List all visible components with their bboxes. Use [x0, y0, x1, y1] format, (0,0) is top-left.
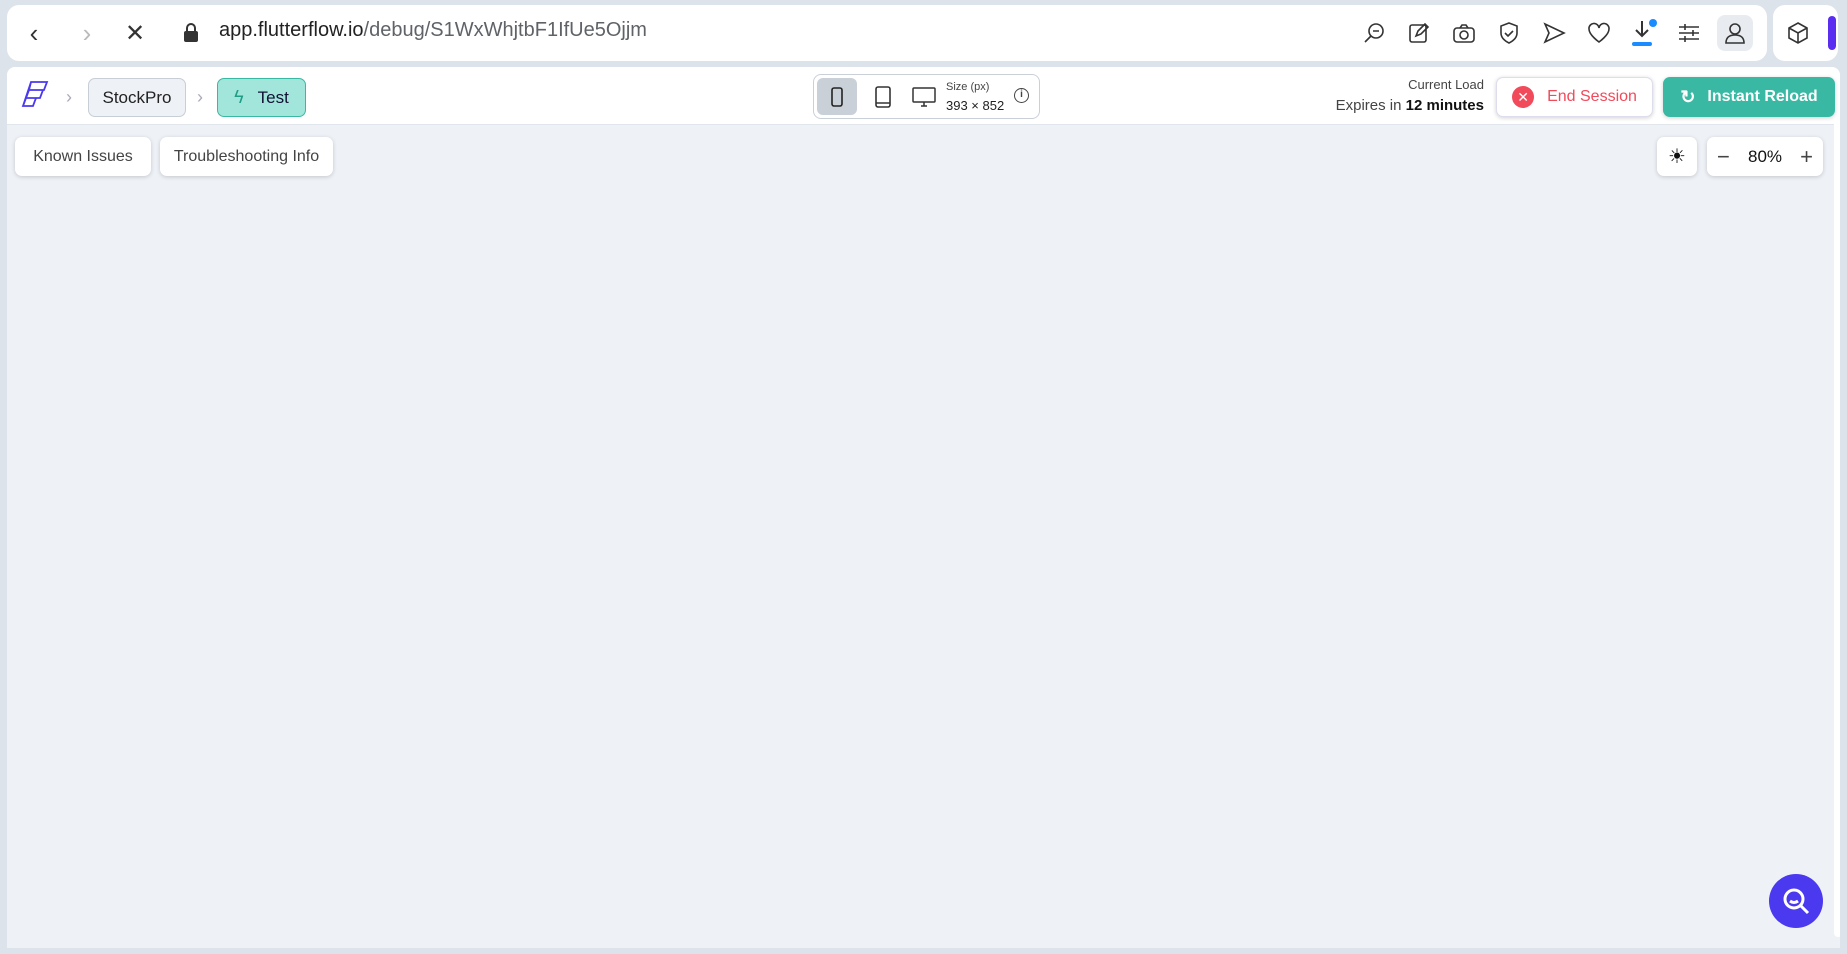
- camera-icon[interactable]: [1448, 17, 1480, 49]
- troubleshooting-info-button[interactable]: Troubleshooting Info: [160, 137, 333, 176]
- end-session-button[interactable]: ✕ End Session: [1496, 77, 1653, 117]
- sidebar-indicator[interactable]: [1828, 16, 1836, 50]
- size-value: 393 × 852: [946, 98, 1005, 113]
- heart-icon[interactable]: [1583, 17, 1615, 49]
- zoom-out-button[interactable]: −: [1717, 144, 1730, 170]
- edit-icon[interactable]: [1403, 17, 1435, 49]
- device-desktop-button[interactable]: [905, 78, 943, 115]
- known-issues-button[interactable]: Known Issues: [15, 137, 151, 176]
- zoom-level: 80%: [1747, 146, 1783, 166]
- info-icon[interactable]: i: [1014, 88, 1029, 103]
- shield-icon[interactable]: [1493, 17, 1525, 49]
- reload-icon: ↻: [1680, 86, 1696, 107]
- current-load-label: Current Load: [1408, 77, 1484, 92]
- test-mode-label: Test: [257, 87, 289, 107]
- settings-sliders-icon[interactable]: [1673, 17, 1705, 49]
- close-circle-icon: ✕: [1512, 86, 1535, 108]
- session-expiry: Expires in 12 minutes: [1336, 97, 1484, 114]
- lightning-icon: ϟ: [234, 87, 244, 107]
- breadcrumb-chevron-icon: ›: [197, 87, 203, 107]
- back-button[interactable]: ‹: [19, 18, 49, 48]
- extension-cube-icon[interactable]: [1782, 17, 1814, 49]
- profile-icon[interactable]: [1717, 15, 1753, 51]
- expiry-value: 12 minutes: [1405, 97, 1484, 114]
- expiry-prefix: Expires in: [1335, 97, 1402, 114]
- zoom-control: − 80% +: [1707, 137, 1823, 176]
- forward-button[interactable]: ›: [72, 18, 102, 48]
- download-icon[interactable]: [1628, 17, 1660, 49]
- instant-reload-label: Instant Reload: [1707, 88, 1818, 105]
- address-bar[interactable]: app.flutterflow.io/debug/S1WxWhjtbF1IfUe…: [219, 19, 647, 42]
- theme-toggle-sun-icon[interactable]: ☀: [1657, 137, 1697, 176]
- flutterflow-logo-icon[interactable]: [21, 80, 49, 117]
- device-phone-button[interactable]: [817, 78, 857, 115]
- breadcrumb-chevron-icon: ›: [66, 87, 72, 107]
- stop-loading-button[interactable]: ✕: [120, 18, 150, 48]
- search-help-button[interactable]: [1769, 874, 1823, 928]
- instant-reload-button[interactable]: ↻ Instant Reload: [1663, 77, 1835, 117]
- size-label: Size (px): [946, 81, 990, 93]
- device-tablet-button[interactable]: [865, 78, 901, 115]
- send-icon[interactable]: [1538, 17, 1570, 49]
- zoom-in-button[interactable]: +: [1800, 144, 1813, 170]
- breadcrumb-project[interactable]: StockPro: [88, 78, 186, 117]
- test-mode-button[interactable]: ϟ Test: [217, 78, 306, 117]
- scrollbar[interactable]: [1834, 117, 1840, 937]
- lock-icon: [183, 22, 199, 42]
- url-path: /debug/S1WxWhjtbF1IfUe5Ojjm: [363, 19, 647, 41]
- end-session-label: End Session: [1547, 88, 1637, 105]
- url-host: app.flutterflow.io: [219, 19, 364, 41]
- flutterflow-debug-page: › StockPro › ϟ Test Size (px) 393 × 852 …: [7, 67, 1840, 948]
- search-icon: [1783, 888, 1810, 915]
- zoom-out-page-icon[interactable]: [1358, 17, 1390, 49]
